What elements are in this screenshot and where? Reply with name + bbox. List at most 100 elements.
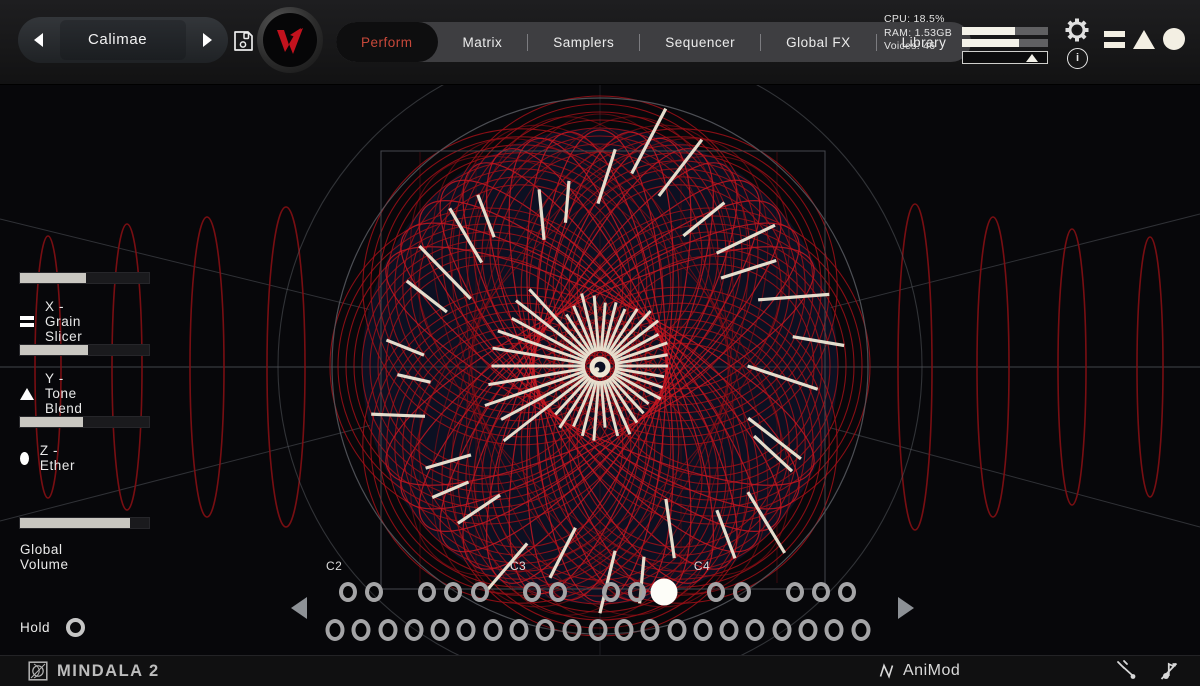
stat-line: CPU: 18.5% xyxy=(884,13,952,27)
animod-button[interactable]: AniMod xyxy=(878,662,960,680)
key-A4[interactable] xyxy=(825,619,844,641)
tuning-fork-icon xyxy=(1114,659,1138,683)
key-A#4[interactable] xyxy=(838,582,856,602)
scroll-keyboard-right-button[interactable] xyxy=(898,597,914,619)
equals-shape-icon[interactable] xyxy=(1104,31,1125,48)
macro-slider-fill xyxy=(20,273,86,283)
key-D4[interactable] xyxy=(720,619,739,641)
triangle-icon xyxy=(20,388,34,400)
macro-slider-2[interactable] xyxy=(20,345,149,355)
brand: MINDALA 2 xyxy=(28,661,160,681)
animod-label: AniMod xyxy=(903,662,960,680)
key-F2[interactable] xyxy=(404,619,423,641)
macro-label: Global Volume xyxy=(20,542,69,572)
hold-toggle[interactable] xyxy=(66,618,85,637)
key-F#4[interactable] xyxy=(786,582,804,602)
limiter-handle-icon[interactable] xyxy=(1026,54,1038,62)
key-A#3[interactable] xyxy=(650,579,677,606)
macro-label-row: X - Grain Slicer xyxy=(20,299,82,344)
key-A#2[interactable] xyxy=(471,582,489,602)
key-A3[interactable] xyxy=(641,619,660,641)
hold-row: Hold xyxy=(20,618,85,637)
macro-slider-fill xyxy=(20,518,130,528)
macro-label-row: Y - Tone Blend xyxy=(20,371,83,416)
macro-slider-4[interactable] xyxy=(20,518,149,528)
next-preset-button[interactable] xyxy=(188,17,228,63)
tab-samplers[interactable]: Samplers xyxy=(528,22,639,62)
key-E4[interactable] xyxy=(746,619,765,641)
tab-global-fx[interactable]: Global FX xyxy=(761,22,876,62)
macro-slider-fill xyxy=(20,417,83,427)
macro-slider-1[interactable] xyxy=(20,273,149,283)
limiter-slider[interactable] xyxy=(962,51,1048,64)
prev-preset-button[interactable] xyxy=(18,17,58,63)
cpu-meter xyxy=(962,27,1048,35)
macro-slider-3[interactable] xyxy=(20,417,149,427)
note-mute-icon xyxy=(1158,659,1182,683)
note-keyboard: C2C3C4 xyxy=(0,0,1200,686)
key-B2[interactable] xyxy=(483,619,502,641)
key-E2[interactable] xyxy=(378,619,397,641)
stat-line: RAM: 1.53GB xyxy=(884,27,952,41)
key-G#2[interactable] xyxy=(444,582,462,602)
macro-label-row: Global Volume xyxy=(20,542,69,572)
key-D#2[interactable] xyxy=(365,582,383,602)
key-B4[interactable] xyxy=(851,619,870,641)
performance-stats: CPU: 18.5%RAM: 1.53GBVoices: 46 xyxy=(884,13,952,54)
settings-button[interactable] xyxy=(1064,17,1090,43)
key-G#4[interactable] xyxy=(812,582,830,602)
octave-label: C4 xyxy=(694,559,724,573)
key-C#2[interactable] xyxy=(339,582,357,602)
key-C3[interactable] xyxy=(509,619,528,641)
tab-perform[interactable]: Perform xyxy=(336,22,438,62)
macro-label: X - Grain Slicer xyxy=(45,299,82,344)
octave-label: C3 xyxy=(510,559,540,573)
tab-matrix[interactable]: Matrix xyxy=(438,22,528,62)
circle-shape-icon[interactable] xyxy=(1163,28,1185,50)
key-A2[interactable] xyxy=(457,619,476,641)
key-D2[interactable] xyxy=(352,619,371,641)
key-F3[interactable] xyxy=(588,619,607,641)
key-C#3[interactable] xyxy=(523,582,541,602)
key-F4[interactable] xyxy=(772,619,791,641)
macro-label-row: Z - Ether xyxy=(20,443,79,473)
tuning-button[interactable] xyxy=(1114,659,1138,683)
key-C2[interactable] xyxy=(326,619,345,641)
key-C4[interactable] xyxy=(693,619,712,641)
scroll-keyboard-left-button[interactable] xyxy=(291,597,307,619)
gear-icon xyxy=(1064,17,1090,43)
macro-label: Z - Ether xyxy=(40,443,79,473)
chevron-right-icon xyxy=(203,33,212,47)
macro-slider-fill xyxy=(20,345,88,355)
key-D#3[interactable] xyxy=(549,582,567,602)
key-F#2[interactable] xyxy=(418,582,436,602)
key-G3[interactable] xyxy=(615,619,634,641)
midi-mute-button[interactable] xyxy=(1158,659,1182,683)
hold-label: Hold xyxy=(20,620,50,635)
brand-name: MINDALA 2 xyxy=(57,662,160,681)
key-F#3[interactable] xyxy=(602,582,620,602)
key-C#4[interactable] xyxy=(707,582,725,602)
stat-line: Voices: 46 xyxy=(884,40,952,54)
footer-bar: MINDALA 2 AniMod xyxy=(0,655,1200,686)
save-preset-button[interactable] xyxy=(231,29,255,53)
key-G#3[interactable] xyxy=(628,582,646,602)
macro-label: Y - Tone Blend xyxy=(45,371,83,416)
main-tab-bar: PerformMatrixSamplersSequencerGlobal FXL… xyxy=(336,22,971,62)
key-G2[interactable] xyxy=(431,619,450,641)
key-G4[interactable] xyxy=(799,619,818,641)
triangle-shape-icon[interactable] xyxy=(1133,30,1155,49)
circle-icon xyxy=(20,452,29,465)
key-D#4[interactable] xyxy=(733,582,751,602)
ram-meter xyxy=(962,39,1048,47)
mindala-logo-icon xyxy=(28,661,48,681)
key-D3[interactable] xyxy=(536,619,555,641)
key-B3[interactable] xyxy=(667,619,686,641)
view-shape-toggles xyxy=(1104,28,1185,50)
info-button[interactable]: i xyxy=(1067,48,1088,69)
preset-selector: Calimae xyxy=(18,17,228,63)
preset-name[interactable]: Calimae xyxy=(88,17,147,63)
key-E3[interactable] xyxy=(562,619,581,641)
tab-sequencer[interactable]: Sequencer xyxy=(640,22,760,62)
v-logo xyxy=(257,7,323,73)
